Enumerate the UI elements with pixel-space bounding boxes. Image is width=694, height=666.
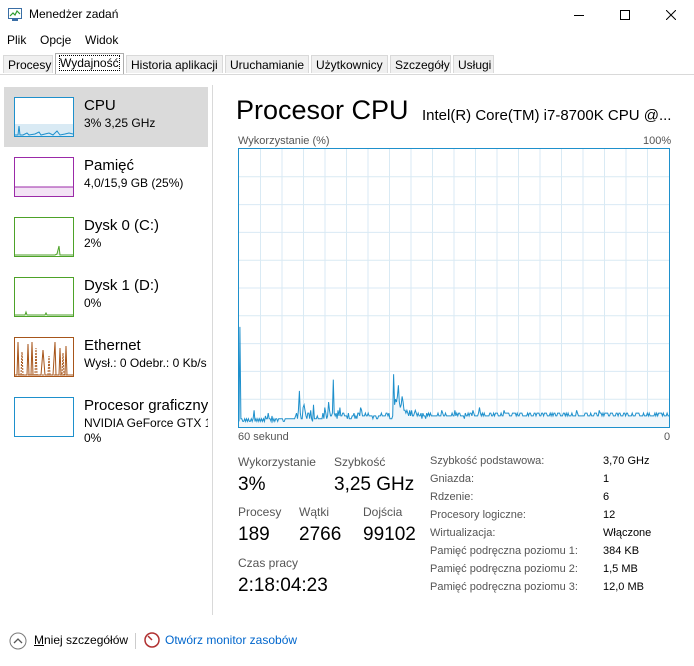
- handles-label: Dojścia: [363, 505, 403, 519]
- menu-options[interactable]: Opcje: [40, 33, 71, 47]
- uptime-label: Czas pracy: [238, 556, 299, 570]
- sidebar-item-label: Dysk 1 (D:): [84, 277, 159, 294]
- graph-x-label-right: 0: [664, 431, 671, 443]
- speed-value: 3,25 GHz: [334, 474, 415, 495]
- menu-view[interactable]: Widok: [85, 33, 118, 47]
- chevron-up-icon[interactable]: [9, 632, 27, 650]
- l3-cache-value: 12,0 MB: [603, 581, 644, 593]
- threads-label: Wątki: [299, 505, 329, 519]
- maximize-button[interactable]: [602, 0, 648, 30]
- cpu-thumbnail-graph: [14, 97, 74, 137]
- virtualization-value: Włączone: [603, 527, 652, 539]
- graph-y-max-label: 100%: [643, 135, 672, 147]
- disk0-thumbnail-graph: [14, 217, 74, 257]
- sidebar-item-value: Wysł.: 0 Odebr.: 0 Kb/s: [84, 356, 207, 370]
- processes-label: Procesy: [238, 505, 282, 519]
- cores-value: 6: [603, 491, 610, 503]
- footer-bar: Mniej szczegółów Otwórz monitor zasobów: [0, 626, 694, 656]
- disk1-thumbnail-graph: [14, 277, 74, 317]
- speed-label: Szybkość: [334, 455, 386, 469]
- sidebar-item-value: 4,0/15,9 GB (25%): [84, 176, 184, 190]
- l3-cache-label: Pamięć podręczna poziomu 3:: [430, 581, 578, 593]
- minimize-button[interactable]: [556, 0, 602, 30]
- footer-divider: [135, 633, 136, 649]
- sidebar-item-label: Dysk 0 (C:): [84, 217, 159, 234]
- close-icon: [666, 10, 676, 20]
- sidebar-item-label: Ethernet: [84, 337, 141, 354]
- menu-file[interactable]: Plik: [7, 33, 26, 47]
- sidebar-item-memory[interactable]: Pamięć 4,0/15,9 GB (25%): [4, 147, 208, 207]
- l2-cache-value: 1,5 MB: [603, 563, 638, 575]
- uptime-value: 2:18:04:23: [238, 575, 328, 596]
- graph-x-label-left: 60 sekund: [238, 431, 289, 443]
- menu-bar: Plik Opcje Widok: [0, 30, 694, 50]
- fewer-details-link[interactable]: Mniej szczegółów: [34, 633, 128, 647]
- cpu-usage-graph: [238, 148, 670, 428]
- sidebar-item-label: CPU: [84, 97, 116, 114]
- sidebar-item-value: 0%: [84, 296, 102, 310]
- base-speed-value: 3,70 GHz: [603, 455, 650, 467]
- sockets-value: 1: [603, 473, 610, 485]
- open-resource-monitor-link[interactable]: Otwórz monitor zasobów: [165, 633, 297, 647]
- base-speed-label: Szybkość podstawowa:: [430, 455, 545, 467]
- gpu-thumbnail-graph: [14, 397, 74, 437]
- l1-cache-label: Pamięć podręczna poziomu 1:: [430, 545, 578, 557]
- sidebar-item-label: Procesor graficzny: [84, 397, 208, 414]
- sidebar-item-gpu[interactable]: Procesor graficzny NVIDIA GeForce GTX 10…: [4, 387, 208, 447]
- l2-cache-label: Pamięć podręczna poziomu 2:: [430, 563, 578, 575]
- sockets-label: Gniazda:: [430, 473, 475, 485]
- sidebar-item-value-2: 0%: [84, 431, 102, 445]
- tab-app-history[interactable]: Historia aplikacji: [126, 55, 223, 73]
- tab-strip: Procesy Wydajność Historia aplikacji Uru…: [0, 53, 694, 75]
- tab-performance[interactable]: Wydajność: [55, 53, 124, 74]
- maximize-icon: [620, 10, 630, 20]
- resource-sidebar: CPU 3% 3,25 GHz Pamięć 4,0/15,9 GB (25%)…: [0, 85, 213, 615]
- tab-processes[interactable]: Procesy: [3, 55, 53, 73]
- resource-monitor-icon: [144, 632, 160, 648]
- tab-startup[interactable]: Uruchamianie: [225, 55, 309, 73]
- tab-details[interactable]: Szczegóły: [390, 55, 451, 73]
- memory-thumbnail-graph: [14, 157, 74, 197]
- task-manager-icon: [8, 8, 22, 21]
- tab-services[interactable]: Usługi: [453, 55, 494, 73]
- virtualization-label: Wirtualizacja:: [430, 527, 496, 539]
- utilization-value: 3%: [238, 474, 266, 495]
- cpu-model: Intel(R) Core(TM) i7-8700K CPU @...: [422, 107, 672, 124]
- title-bar: Menedżer zadań: [0, 0, 694, 30]
- sidebar-item-disk-0[interactable]: Dysk 0 (C:) 2%: [4, 207, 208, 267]
- minimize-icon: [574, 15, 584, 16]
- sidebar-item-value: 3% 3,25 GHz: [84, 116, 156, 130]
- sidebar-item-disk-1[interactable]: Dysk 1 (D:) 0%: [4, 267, 208, 327]
- sidebar-item-value: 2%: [84, 236, 102, 250]
- l1-cache-value: 384 KB: [603, 545, 640, 557]
- tab-users[interactable]: Użytkownicy: [311, 55, 388, 73]
- logical-processors-value: 12: [603, 509, 616, 521]
- threads-value: 2766: [299, 524, 342, 545]
- close-button[interactable]: [648, 0, 694, 30]
- sidebar-item-label: Pamięć: [84, 157, 135, 174]
- page-title: Procesor CPU: [236, 95, 409, 125]
- utilization-label: Wykorzystanie: [238, 455, 316, 469]
- cpu-usage-chart: [238, 149, 669, 427]
- sidebar-item-ethernet[interactable]: Ethernet Wysł.: 0 Odebr.: 0 Kb/s: [4, 327, 208, 387]
- graph-y-label: Wykorzystanie (%): [238, 135, 330, 147]
- window-title: Menedżer zadań: [29, 7, 119, 21]
- cores-label: Rdzenie:: [430, 491, 474, 503]
- sidebar-item-cpu[interactable]: CPU 3% 3,25 GHz: [4, 87, 208, 147]
- sidebar-item-value: NVIDIA GeForce GTX 10: [84, 416, 208, 430]
- handles-value: 99102: [363, 524, 416, 545]
- ethernet-thumbnail-graph: [14, 337, 74, 377]
- processes-value: 189: [238, 524, 270, 545]
- logical-processors-label: Procesory logiczne:: [430, 509, 526, 521]
